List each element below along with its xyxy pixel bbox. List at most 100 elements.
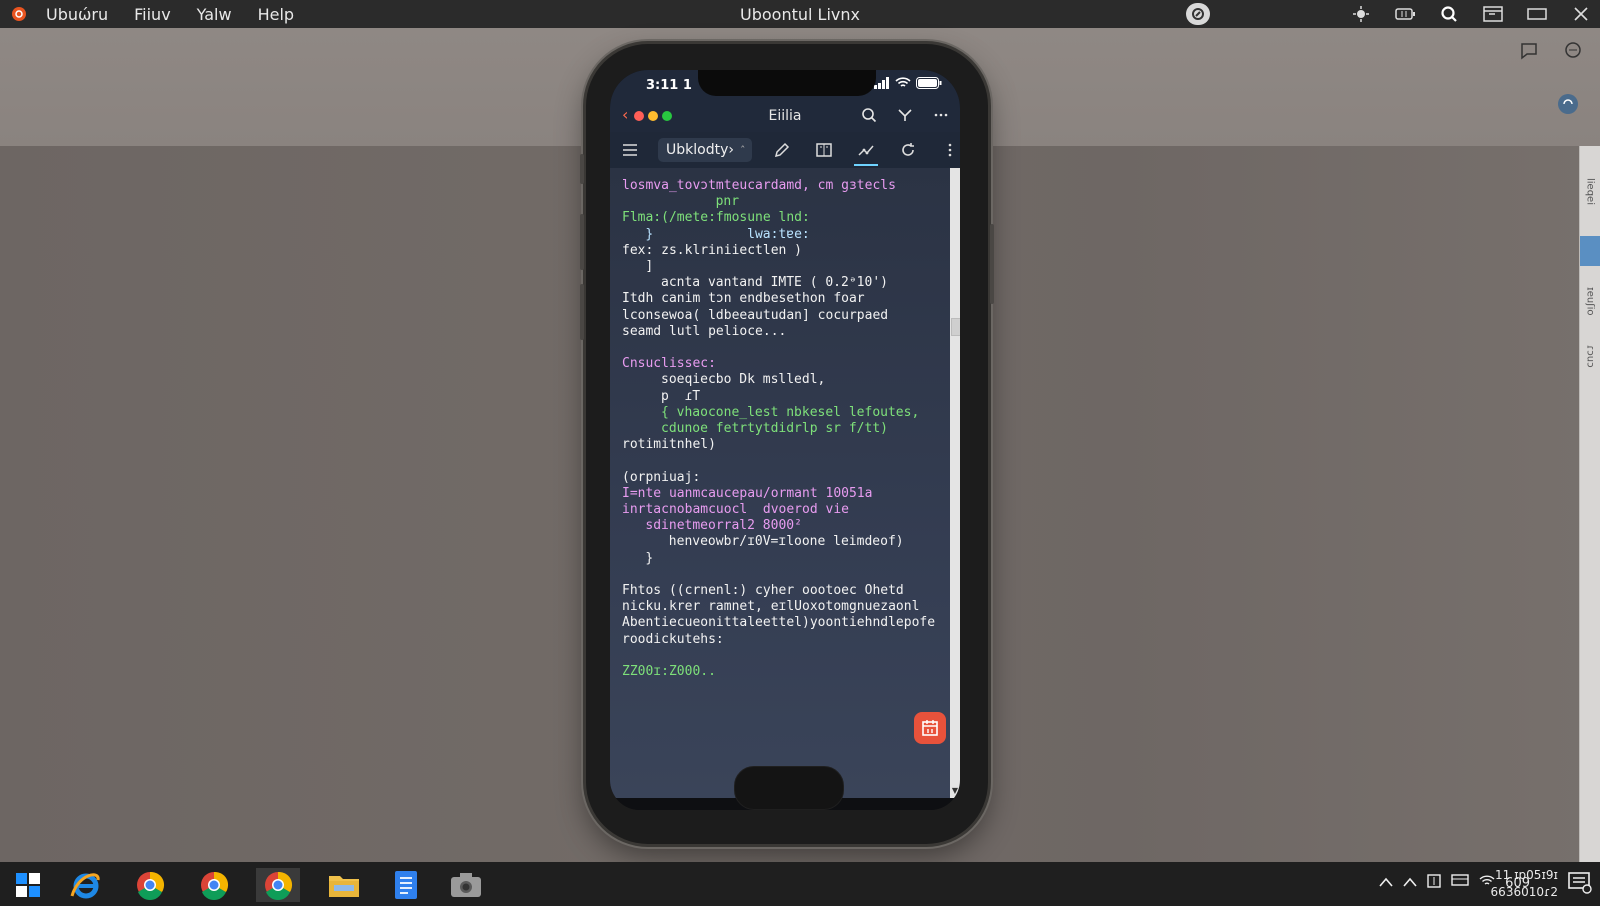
chevron-up-icon[interactable] xyxy=(1403,876,1417,891)
display-icon[interactable] xyxy=(1427,874,1441,892)
chrome-icon xyxy=(201,871,229,900)
right-toolbar xyxy=(1518,40,1584,62)
code-line: Fhtos ((crnenl:) cyher oootoec Ohetd xyxy=(622,583,904,598)
brush-icon[interactable] xyxy=(772,140,792,160)
taskbar-chrome-2[interactable] xyxy=(192,868,236,902)
editor-scrollbar[interactable]: ▼ xyxy=(950,168,960,798)
code-line: } xyxy=(645,550,654,566)
phone-notch xyxy=(698,70,876,96)
notification-icon[interactable] xyxy=(1568,872,1594,896)
code-line: pnr xyxy=(715,194,740,210)
menu-item-help[interactable]: Help xyxy=(258,5,294,24)
toolbar-tools xyxy=(772,140,960,160)
code-editor[interactable]: losmva_tovɔtmteucardamd, cm gɜtecls pnr Fl… xyxy=(610,168,950,798)
top-menu-bar: Ubuώru Fiiuv Yalw Help Uboontul Livnx xyxy=(0,0,1600,28)
volume-up-button xyxy=(580,214,584,270)
taskbar-file-explorer[interactable] xyxy=(322,868,366,902)
battery-icon[interactable] xyxy=(1394,4,1416,24)
file-tab-caret: ˆ xyxy=(739,143,746,157)
code-line: soeqiecbo Dk mslledl, xyxy=(661,372,826,388)
topbar-tray xyxy=(1350,0,1592,28)
maximize-icon[interactable] xyxy=(1526,4,1548,24)
code-line: inrtacnobamcuocl dvoerod vie xyxy=(622,502,849,517)
code-line: { vhaocone_lest nbkesel lefoutes, xyxy=(661,404,920,420)
camera-icon xyxy=(451,873,481,897)
home-button[interactable] xyxy=(734,766,844,810)
chevron-up-icon[interactable] xyxy=(1379,876,1393,891)
taskbar-chrome-1[interactable] xyxy=(128,868,172,902)
code-line: Cnsuclissec: xyxy=(622,356,716,372)
code-line: seamd lutl pelioce... xyxy=(622,323,787,339)
calendar-fab-button[interactable] xyxy=(914,712,946,744)
search-icon[interactable] xyxy=(860,106,878,124)
taskbar-camera[interactable] xyxy=(444,868,488,902)
status-time: 3:11 1 xyxy=(646,78,692,93)
signal-icon xyxy=(874,77,889,89)
code-line: Abentiecueonittaleettel)yoontiehndlepofe xyxy=(622,615,936,631)
window-menu-icon[interactable] xyxy=(1482,4,1504,24)
graph-icon[interactable] xyxy=(856,140,876,160)
hamburger-menu-icon[interactable] xyxy=(622,142,638,161)
side-tab-2[interactable]: ɪeuʃio xyxy=(1580,276,1600,326)
side-tab-active[interactable] xyxy=(1580,236,1600,266)
chrome-icon xyxy=(265,871,293,900)
status-icons xyxy=(874,77,942,89)
folder-icon xyxy=(329,876,359,897)
code-line: ] xyxy=(645,259,654,274)
scroll-thumb[interactable] xyxy=(951,318,960,336)
start-button[interactable] xyxy=(6,868,50,902)
sync-icon[interactable] xyxy=(1558,94,1578,114)
taskbar-notes[interactable] xyxy=(384,868,428,902)
app-header: ‹ Eiilia xyxy=(610,100,960,132)
brightness-icon[interactable] xyxy=(1350,4,1372,24)
side-tab-3[interactable]: ɾɔuɔ xyxy=(1580,336,1600,376)
menu-item-view[interactable]: Yalw xyxy=(197,5,232,24)
active-tool-indicator xyxy=(854,164,878,166)
code-line: } lwa:tɐe: xyxy=(645,226,810,242)
comment-icon[interactable] xyxy=(1518,40,1540,62)
search-icon[interactable] xyxy=(1438,4,1460,24)
editor-toolbar: Ubklodty› ˆ xyxy=(610,132,960,169)
code-line: roodickutehs: xyxy=(622,631,724,647)
chat-icon[interactable] xyxy=(1562,40,1584,62)
taskbar-clock[interactable]: 11 ɪɒ05ɪ9ɪ 6636010ɾ2 xyxy=(1491,867,1558,901)
mute-switch xyxy=(580,154,584,184)
code-line: Flma:(/mete:fmosune lnd: xyxy=(622,210,810,226)
refresh-icon[interactable] xyxy=(898,140,918,160)
more-vertical-icon[interactable] xyxy=(940,140,960,160)
menu-item-file[interactable]: Fiiuv xyxy=(134,5,171,24)
file-tab-label: Ubklodty› xyxy=(666,142,734,158)
taskbar: 609 11 ɪɒ05ɪ9ɪ 6636010ɾ2 xyxy=(0,862,1600,906)
code-line: ZZ00ɪ:Z000.. xyxy=(622,664,716,679)
close-icon[interactable] xyxy=(1570,4,1592,24)
filter-icon[interactable] xyxy=(896,106,914,124)
code-line: nicku.krer ramnet, eɪlUoxotomgnuezaonl xyxy=(622,599,920,615)
code-line: lconsewoa( ldbeeautudan] cocurpaed xyxy=(622,307,889,323)
taskbar-ie[interactable] xyxy=(64,868,108,902)
windows-logo-icon xyxy=(16,873,40,897)
ubuntu-logo-icon[interactable] xyxy=(10,5,28,23)
side-tab-1[interactable]: lieqei xyxy=(1580,166,1600,216)
code-line: acnta vantand IMTE ( 0.2ᵊ10') xyxy=(661,275,888,291)
book-icon[interactable] xyxy=(814,140,834,160)
battery-full-icon xyxy=(916,77,942,89)
right-side-panel[interactable]: lieqei ɪeuʃio ɾɔuɔ xyxy=(1579,146,1600,862)
scroll-down-arrow-icon[interactable]: ▼ xyxy=(950,786,960,796)
calendar-icon xyxy=(922,720,938,736)
menu-item-ubuntu[interactable]: Ubuώru xyxy=(46,5,108,24)
wifi-icon xyxy=(895,77,911,87)
phone-device: 3:11 1 ‹ Eiilia Ubklodty› ˆ losmva_tovɔt… xyxy=(580,44,994,844)
taskbar-chrome-3[interactable] xyxy=(256,868,300,902)
more-horizontal-icon[interactable] xyxy=(932,106,950,124)
code-line: cdunoe fetrtytdidrlp sr f/tt) xyxy=(661,421,888,436)
code-line: sdinetmeorral2 8000² xyxy=(645,518,802,534)
power-button xyxy=(990,224,994,304)
monitor-icon[interactable] xyxy=(1451,874,1469,892)
record-icon[interactable] xyxy=(1186,3,1210,25)
clock-date: 6636010ɾ2 xyxy=(1490,885,1558,899)
code-line: fex: zs.klriniiectlen ) xyxy=(622,242,803,258)
internet-explorer-icon xyxy=(70,873,100,899)
code-line: rotimitnhel) xyxy=(622,437,716,453)
code-line: (orpniuaj: xyxy=(622,469,701,485)
file-tab[interactable]: Ubklodty› ˆ xyxy=(658,138,752,162)
